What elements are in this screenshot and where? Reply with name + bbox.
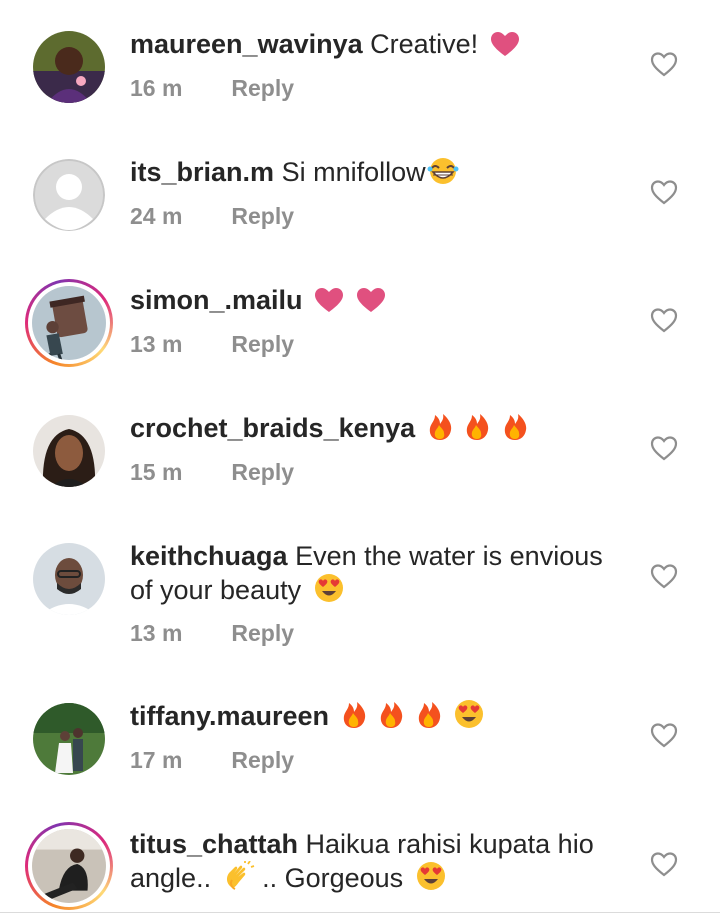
- reply-button[interactable]: Reply: [231, 331, 294, 357]
- heart-outline-icon[interactable]: [650, 435, 678, 461]
- reply-button[interactable]: Reply: [231, 620, 294, 646]
- avatar-photo: [32, 286, 106, 360]
- comment-body: Creative!: [370, 29, 479, 59]
- comment-text: keithchuaga Even the water is envious of…: [130, 539, 620, 607]
- reply-button[interactable]: Reply: [231, 203, 294, 229]
- avatar[interactable]: [33, 31, 105, 103]
- fire-emoji: [502, 411, 528, 441]
- comment-time: 24 m: [130, 203, 183, 229]
- comment-meta: 15 m Reply: [130, 459, 294, 486]
- heart-outline-icon[interactable]: [650, 851, 678, 877]
- comment-meta: 13 m Reply: [130, 331, 294, 358]
- comment-time: 16 m: [130, 75, 183, 101]
- comment-text: tiffany.maureen: [130, 699, 620, 733]
- avatar-photo: [33, 543, 105, 615]
- comment-username[interactable]: crochet_braids_kenya: [130, 413, 415, 443]
- fire-emoji: [464, 411, 490, 441]
- comment-body-tail: .. Gorgeous: [262, 863, 404, 893]
- comment-text: maureen_wavinya Creative!: [130, 27, 620, 61]
- reply-button[interactable]: Reply: [231, 747, 294, 773]
- comment-username[interactable]: titus_chattah: [130, 829, 298, 859]
- reply-button[interactable]: Reply: [231, 459, 294, 485]
- avatar[interactable]: [33, 703, 105, 775]
- comment-text: crochet_braids_kenya: [130, 411, 620, 445]
- divider: [0, 912, 720, 913]
- comment-username[interactable]: simon_.mailu: [130, 285, 303, 315]
- comment-meta: 24 m Reply: [130, 203, 294, 230]
- avatar-photo: [33, 703, 105, 775]
- comment-body: Si mnifollow: [281, 157, 426, 187]
- avatar[interactable]: [33, 159, 105, 231]
- avatar-photo: [32, 829, 106, 903]
- clap-emoji: [223, 861, 255, 891]
- heart-outline-icon[interactable]: [650, 51, 678, 77]
- comment-time: 13 m: [130, 331, 183, 357]
- comment-meta: 16 m Reply: [130, 75, 294, 102]
- heart-eyes-emoji: [415, 861, 447, 891]
- comment-username[interactable]: maureen_wavinya: [130, 29, 363, 59]
- comment-time: 17 m: [130, 747, 183, 773]
- comment-time: 15 m: [130, 459, 183, 485]
- comment-username[interactable]: keithchuaga: [130, 541, 288, 571]
- avatar-photo: [33, 31, 105, 103]
- fire-emoji: [341, 699, 367, 729]
- comment-meta: 13 m Reply: [130, 620, 294, 647]
- heart-outline-icon[interactable]: [650, 179, 678, 205]
- fire-emoji: [427, 411, 453, 441]
- comment-text: simon_.mailu: [130, 283, 620, 317]
- heart-emoji: [314, 287, 344, 313]
- avatar[interactable]: [33, 415, 105, 487]
- heart-outline-icon[interactable]: [650, 563, 678, 589]
- avatar-story-ring[interactable]: [25, 279, 113, 367]
- fire-emoji: [416, 699, 442, 729]
- comment-text: titus_chattah Haikua rahisi kupata hio a…: [130, 827, 620, 895]
- comment-time: 13 m: [130, 620, 183, 646]
- comment-text: its_brian.m Si mnifollow: [130, 155, 620, 189]
- avatar-story-ring[interactable]: [25, 822, 113, 910]
- avatar[interactable]: [33, 543, 105, 615]
- avatar-photo: [33, 415, 105, 487]
- heart-eyes-emoji: [313, 573, 345, 603]
- heart-emoji: [356, 287, 386, 313]
- heart-outline-icon[interactable]: [650, 307, 678, 333]
- fire-emoji: [378, 699, 404, 729]
- heart-outline-icon[interactable]: [650, 722, 678, 748]
- comment-meta: 17 m Reply: [130, 747, 294, 774]
- comment-username[interactable]: its_brian.m: [130, 157, 274, 187]
- comment-username[interactable]: tiffany.maureen: [130, 701, 329, 731]
- grin-emoji: [426, 157, 460, 185]
- reply-button[interactable]: Reply: [231, 75, 294, 101]
- default-avatar-icon: [33, 159, 105, 231]
- heart-emoji: [490, 31, 520, 57]
- heart-eyes-emoji: [453, 699, 485, 729]
